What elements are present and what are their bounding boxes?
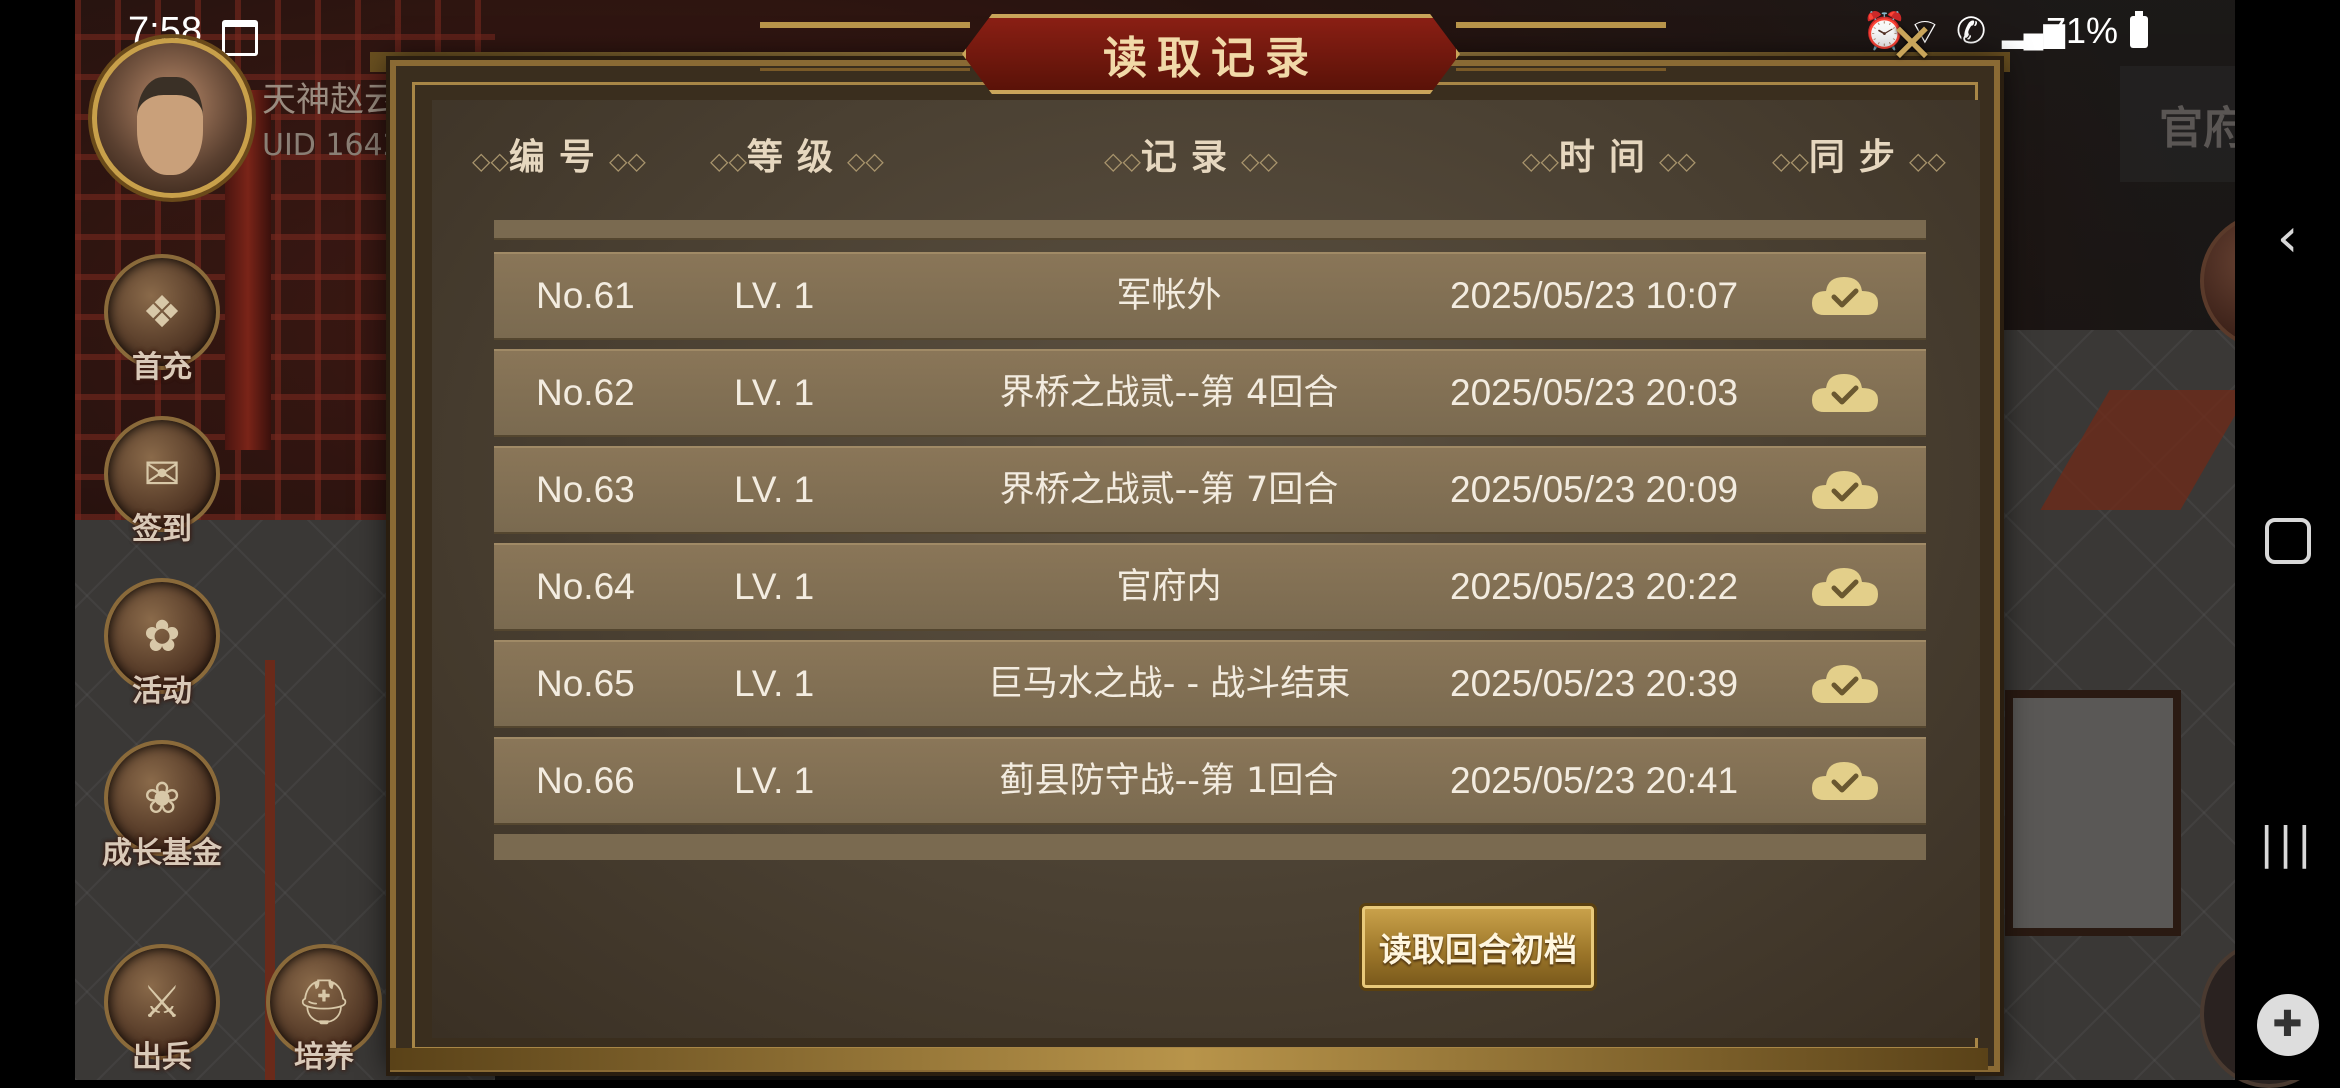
sign-in-button[interactable]: ✉ 签到: [92, 416, 232, 548]
cloud-sync-icon: [1812, 471, 1878, 509]
cloud-sync-icon: [1812, 374, 1878, 412]
call-icon: ✆: [1956, 10, 1987, 51]
cloud-sync-icon: [1812, 568, 1878, 606]
dialog-title-plate: 读取记录: [962, 14, 1460, 94]
train-label: 培养: [294, 1040, 354, 1075]
partial-row-bottom: [494, 834, 1926, 860]
header-time: ◇◇时间◇◇: [1522, 137, 1696, 178]
player-uid: UID 1642: [262, 128, 402, 163]
record-row[interactable]: No.65 LV. 1 巨马水之战- - 战斗结束 2025/05/23 20:…: [494, 640, 1926, 728]
header-record: ◇◇记录◇◇: [1104, 137, 1278, 178]
record-time: 2025/05/23 10:07: [1450, 275, 1739, 316]
record-number: No.63: [536, 469, 635, 510]
title-ornament-right: [1456, 22, 1666, 71]
record-level: LV. 1: [734, 372, 815, 413]
record-time: 2025/05/23 20:09: [1450, 469, 1739, 510]
battery-icon: [2130, 11, 2148, 48]
record-number: No.61: [536, 275, 635, 316]
record-number: No.66: [536, 760, 635, 801]
header-number: ◇◇编号◇◇: [472, 137, 646, 178]
record-row[interactable]: No.64 LV. 1 官府内 2025/05/23 20:22: [494, 543, 1926, 631]
cloud-sync-icon: [1812, 665, 1878, 703]
deploy-label: 出兵: [132, 1040, 192, 1075]
dialog-bottom-trim: [390, 1048, 1988, 1070]
recents-button[interactable]: |||: [2235, 818, 2340, 869]
activity-button[interactable]: ✿ 活动: [92, 578, 232, 710]
close-button[interactable]: ✕: [1880, 12, 1944, 76]
header-sync: ◇◇同步◇◇: [1772, 137, 1946, 178]
record-row[interactable]: No.63 LV. 1 界桥之战贰--第 7回合 2025/05/23 20:0…: [494, 446, 1926, 534]
first-recharge-label: 首充: [132, 350, 192, 385]
record-row[interactable]: No.66 LV. 1 蓟县防守战--第 1回合 2025/05/23 20:4…: [494, 737, 1926, 825]
growth-fund-label: 成长基金: [102, 836, 222, 871]
record-level: LV. 1: [734, 760, 815, 801]
record-time: 2025/05/23 20:39: [1450, 663, 1739, 704]
record-level: LV. 1: [734, 663, 815, 704]
record-time: 2025/05/23 20:41: [1450, 760, 1739, 801]
header-level: ◇◇等级◇◇: [710, 137, 884, 178]
record-number: No.65: [536, 663, 635, 704]
battery-percent: 71%: [2046, 10, 2119, 51]
record-name: 蓟县防守战--第 1回合: [999, 761, 1339, 801]
back-chevron-icon[interactable]: ‹: [2235, 206, 2340, 269]
record-row[interactable]: No.61 LV. 1 军帐外 2025/05/23 10:07: [494, 252, 1926, 340]
calendar-icon: [222, 20, 258, 56]
player-avatar[interactable]: [92, 38, 252, 198]
partial-row-top: [494, 220, 1926, 240]
deploy-button[interactable]: ⚔ 出兵: [92, 944, 232, 1076]
record-row[interactable]: No.62 LV. 1 界桥之战贰--第 4回合 2025/05/23 20:0…: [494, 349, 1926, 437]
table-header: ◇◇编号◇◇ ◇◇等级◇◇ ◇◇记录◇◇ ◇◇时间◇◇ ◇◇同步◇◇: [432, 128, 1980, 184]
activity-label: 活动: [132, 674, 192, 709]
record-number: No.64: [536, 566, 635, 607]
record-name: 界桥之战贰--第 4回合: [999, 373, 1339, 413]
sign-in-label: 签到: [132, 512, 192, 547]
player-name: 天神赵云: [262, 80, 398, 120]
record-name: 官府内: [1116, 567, 1222, 607]
gamepad-icon[interactable]: ✚: [2235, 994, 2340, 1056]
record-time: 2025/05/23 20:03: [1450, 372, 1739, 413]
record-name: 军帐外: [1116, 276, 1222, 316]
record-level: LV. 1: [734, 275, 815, 316]
record-number: No.62: [536, 372, 635, 413]
train-button[interactable]: ⛑ 培养: [254, 944, 394, 1076]
load-round-start-button[interactable]: 读取回合初档: [1362, 906, 1594, 988]
navigation-bar: ‹ ||| ✚: [2235, 0, 2340, 1080]
cloud-sync-icon: [1812, 762, 1878, 800]
cloud-sync-icon: [1812, 277, 1878, 315]
title-ornament-left: [760, 22, 970, 71]
record-name: 巨马水之战- - 战斗结束: [987, 664, 1351, 704]
record-level: LV. 1: [734, 566, 815, 607]
home-button[interactable]: [2235, 518, 2340, 564]
record-time: 2025/05/23 20:22: [1450, 566, 1739, 607]
record-level: LV. 1: [734, 469, 815, 510]
record-name: 界桥之战贰--第 7回合: [999, 470, 1339, 510]
dialog-title: 读取记录: [1103, 33, 1319, 84]
first-recharge-button[interactable]: ❖ 首充: [92, 254, 232, 386]
records-list[interactable]: No.61 LV. 1 军帐外 2025/05/23 10:07 No.62 L…: [494, 220, 1926, 860]
growth-fund-button[interactable]: ❀ 成长基金: [92, 740, 232, 872]
